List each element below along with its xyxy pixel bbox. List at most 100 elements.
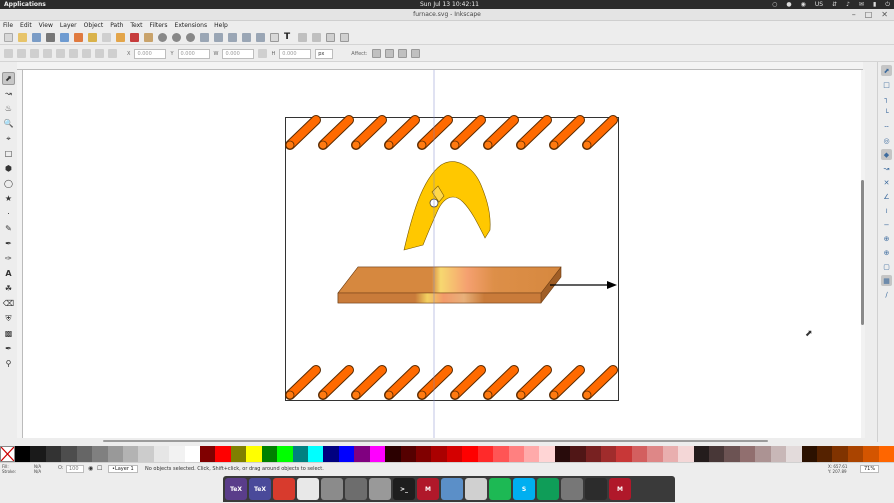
snap-bbox-midpoint-icon[interactable]: ╌: [881, 121, 892, 132]
heater-rod[interactable]: [583, 116, 617, 149]
opacity-field[interactable]: 100: [66, 465, 84, 473]
palette-swatch[interactable]: [107, 446, 123, 462]
palette-swatch[interactable]: [739, 446, 756, 462]
heater-rod-end[interactable]: [582, 140, 592, 150]
hangouts-icon[interactable]: [537, 478, 559, 500]
paste-icon[interactable]: [144, 33, 153, 42]
snap-rotation-center-icon[interactable]: ⊕: [881, 247, 892, 258]
palette-swatch[interactable]: [693, 446, 709, 462]
rectangle-tool-icon[interactable]: □: [2, 147, 15, 160]
mendeley-icon[interactable]: M: [417, 478, 439, 500]
heater-rod-end[interactable]: [483, 390, 493, 400]
image-viewer-icon[interactable]: [465, 478, 487, 500]
palette-swatch[interactable]: [863, 446, 879, 462]
3d-box-tool-icon[interactable]: ⬢: [2, 162, 15, 175]
heater-rod[interactable]: [385, 116, 419, 149]
heater-rod-end[interactable]: [351, 140, 361, 150]
paint-bucket-tool-icon[interactable]: ⛨: [2, 312, 15, 325]
fill-stroke-icon[interactable]: [270, 33, 279, 42]
heater-rod-end[interactable]: [549, 140, 559, 150]
zoom-page-icon[interactable]: [186, 33, 195, 42]
snap-page-icon[interactable]: ▢: [881, 261, 892, 272]
layer-lock-icon[interactable]: ☐: [97, 465, 102, 472]
palette-swatch[interactable]: [847, 446, 864, 462]
snap-intersection-icon[interactable]: ✕: [881, 177, 892, 188]
palette-swatch[interactable]: [215, 446, 231, 462]
menu-path[interactable]: Path: [110, 21, 123, 31]
palette-swatch[interactable]: [446, 446, 463, 462]
horizontal-scroll-thumb[interactable]: [103, 440, 768, 442]
vertical-scroll-thumb[interactable]: [861, 180, 864, 325]
measure-tool-icon[interactable]: ⌖: [2, 132, 15, 145]
x-field[interactable]: 0.000: [134, 48, 167, 59]
text-tool-icon[interactable]: A: [2, 267, 15, 280]
pencil-tool-icon[interactable]: ✎: [2, 222, 15, 235]
preferences-icon[interactable]: [326, 33, 335, 42]
palette-swatch[interactable]: [354, 446, 370, 462]
palette-swatch[interactable]: [631, 446, 648, 462]
spray-tool-icon[interactable]: ☘: [2, 282, 15, 295]
heater-rod[interactable]: [319, 366, 353, 399]
apps-icon[interactable]: [345, 478, 367, 500]
evernote-icon[interactable]: ●: [786, 1, 791, 8]
palette-swatch[interactable]: [493, 446, 509, 462]
select-all-icon[interactable]: [4, 49, 13, 58]
flip-horizontal-icon[interactable]: [69, 49, 78, 58]
palette-swatch[interactable]: [601, 446, 617, 462]
palette-swatch[interactable]: [184, 446, 201, 462]
battery-icon[interactable]: ▮: [873, 1, 876, 8]
texmaker-icon[interactable]: TeX: [225, 478, 247, 500]
rotate-cw-icon[interactable]: [56, 49, 65, 58]
palette-swatch[interactable]: [369, 446, 386, 462]
heater-rod[interactable]: [550, 116, 584, 149]
heater-rod[interactable]: [352, 116, 386, 149]
heater-rod-end[interactable]: [417, 140, 427, 150]
files-icon[interactable]: [321, 478, 343, 500]
group-icon[interactable]: [242, 33, 251, 42]
scale-corners-icon[interactable]: [384, 49, 394, 58]
palette-swatch[interactable]: [338, 446, 355, 462]
palette-swatch[interactable]: [385, 446, 401, 462]
palette-swatch[interactable]: [878, 446, 894, 462]
palette-swatch[interactable]: [323, 446, 339, 462]
unit-select[interactable]: px: [315, 48, 334, 59]
close-icon[interactable]: ✕: [881, 10, 888, 19]
calligraphy-tool-icon[interactable]: ✑: [2, 252, 15, 265]
document-properties-icon[interactable]: [340, 33, 349, 42]
heater-rod[interactable]: [418, 366, 452, 399]
snap-enable-icon[interactable]: ⬈: [881, 65, 892, 76]
ladle-arch[interactable]: [403, 161, 491, 251]
palette-swatch[interactable]: [246, 446, 262, 462]
heater-rod[interactable]: [517, 366, 551, 399]
volume-icon[interactable]: ♪: [846, 1, 850, 8]
snap-bbox-corner-icon[interactable]: └: [881, 107, 892, 118]
dropper-tool-icon[interactable]: ✒: [2, 342, 15, 355]
w-field[interactable]: 0.000: [222, 48, 255, 59]
text-font-icon[interactable]: T: [284, 33, 293, 42]
menu-view[interactable]: View: [39, 21, 53, 31]
stroke-value[interactable]: N/A: [34, 469, 41, 474]
unlink-clone-icon[interactable]: [228, 33, 237, 42]
no-paint-swatch[interactable]: [0, 446, 15, 462]
palette-swatch[interactable]: [832, 446, 848, 462]
node-tool-icon[interactable]: ↝: [2, 87, 15, 100]
trash-icon[interactable]: [369, 478, 391, 500]
heater-rod[interactable]: [385, 366, 419, 399]
palette-swatch[interactable]: [30, 446, 46, 462]
applications-menu[interactable]: Applications: [4, 1, 46, 8]
snap-guide-icon[interactable]: ∕: [881, 289, 892, 300]
menu-text[interactable]: Text: [130, 21, 142, 31]
palette-swatch[interactable]: [678, 446, 694, 462]
shield-icon[interactable]: ◉: [801, 1, 806, 8]
heater-rod[interactable]: [583, 366, 617, 399]
raise-to-top-icon[interactable]: [95, 49, 104, 58]
palette-swatch[interactable]: [539, 446, 555, 462]
save-icon[interactable]: [32, 33, 41, 42]
snap-object-center-icon[interactable]: ⊕: [881, 233, 892, 244]
palette-swatch[interactable]: [724, 446, 740, 462]
connector-tool-icon[interactable]: ⚲: [2, 357, 15, 370]
menu-help[interactable]: Help: [214, 21, 228, 31]
texstudio-icon[interactable]: TeX: [249, 478, 271, 500]
ellipse-tool-icon[interactable]: ◯: [2, 177, 15, 190]
palette-swatch[interactable]: [523, 446, 540, 462]
